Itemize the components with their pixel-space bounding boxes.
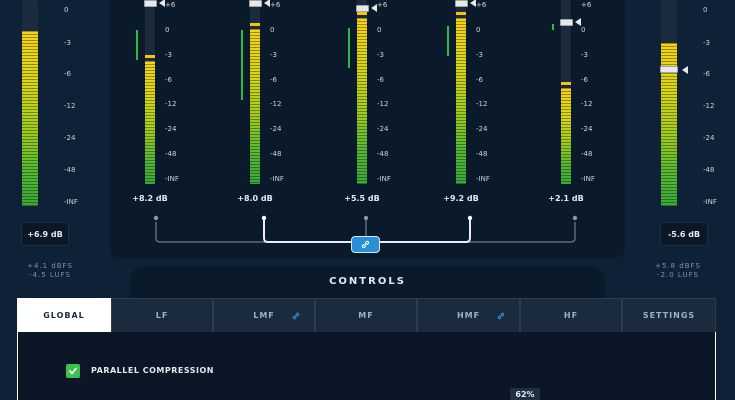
tab-label: GLOBAL: [43, 311, 85, 320]
tab-lmf[interactable]: LMF: [213, 298, 315, 332]
band-link-routing: [153, 215, 578, 243]
output-scale-label: -6: [703, 70, 710, 78]
output-gain-readout[interactable]: -5.6 dB: [660, 222, 708, 246]
tab-label: SETTINGS: [642, 311, 696, 320]
output-level-meter: [661, 0, 677, 206]
link-icon: [292, 312, 300, 320]
tab-hf[interactable]: HF: [520, 298, 622, 332]
link-toggle-button[interactable]: [351, 236, 380, 253]
output-dbfs: +5.8 dBFS: [655, 262, 701, 270]
output-scale-label: -12: [703, 102, 715, 110]
link-icon: [361, 240, 370, 249]
tab-hmf[interactable]: HMF: [417, 298, 520, 332]
output-fader-handle[interactable]: [660, 66, 678, 73]
tab-label: HF: [563, 311, 579, 320]
output-scale-label: -24: [703, 134, 715, 142]
parallel-compression-checkbox[interactable]: [66, 364, 80, 378]
output-scale-label: 0: [703, 6, 708, 14]
tab-label: LF: [155, 311, 169, 320]
tab-mf[interactable]: MF: [315, 298, 417, 332]
controls-title: CONTROLS: [329, 276, 406, 287]
checkmark-icon: [69, 367, 77, 375]
mix-value-tooltip: 62%: [510, 388, 540, 400]
output-scale-label: -INF: [703, 198, 717, 206]
tab-label: MF: [358, 311, 374, 320]
output-scale-label: -48: [703, 166, 715, 174]
tab-lf[interactable]: LF: [111, 298, 213, 332]
tab-label: LMF: [253, 311, 275, 320]
tab-label: HMF: [456, 311, 481, 320]
output-fader-arrow[interactable]: [682, 66, 688, 74]
parallel-compression-label: PARALLEL COMPRESSION: [91, 366, 214, 375]
input-dbfs: +4.1 dBFS: [27, 262, 73, 270]
tab-global[interactable]: GLOBAL: [17, 298, 111, 332]
tab-settings[interactable]: SETTINGS: [622, 298, 716, 332]
output-scale-label: -3: [703, 39, 710, 47]
link-icon: [497, 312, 505, 320]
